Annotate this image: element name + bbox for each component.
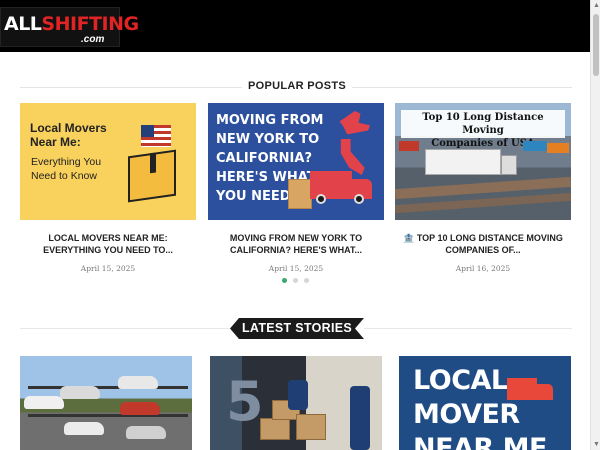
mover-person xyxy=(288,380,308,410)
post-title[interactable]: LOCAL MOVERS NEAR ME: EVERYTHING YOU NEE… xyxy=(20,232,196,256)
car-rack xyxy=(28,414,188,417)
moving-box xyxy=(296,414,326,440)
moving-box xyxy=(260,418,290,440)
scroll-up-arrow-icon[interactable]: ▲ xyxy=(593,2,600,9)
popular-post-card[interactable]: Local Movers Near Me: Everything You Need … xyxy=(20,103,196,273)
shipping-container xyxy=(523,141,547,151)
thumbnail-headline: Top 10 Long Distance Moving Companies of … xyxy=(401,110,565,149)
latest-story-thumbnail[interactable] xyxy=(20,356,192,450)
thumbnail-headline: LOCAL MOVER NEAR ME xyxy=(413,365,547,450)
car-icon xyxy=(126,426,166,439)
carousel-dot-2[interactable] xyxy=(293,278,298,283)
moving-box-icon xyxy=(128,149,176,203)
thumbnail-subline: Everything You Need to Know xyxy=(31,156,102,182)
scroll-down-arrow-icon[interactable]: ▼ xyxy=(593,441,600,448)
post-thumbnail[interactable]: MOVING FROM NEW YORK TO CALIFORNIA? HERE… xyxy=(208,103,384,220)
popular-post-card[interactable]: Top 10 Long Distance Moving Companies of … xyxy=(395,103,571,273)
site-header: ALLSHIFTING .com xyxy=(0,0,590,52)
moving-boxes-icon xyxy=(288,179,312,209)
section-divider-left xyxy=(20,328,230,329)
bank-icon: 🏦 xyxy=(403,233,415,243)
popular-posts-heading: POPULAR POSTS xyxy=(247,80,347,92)
post-thumbnail[interactable]: Top 10 Long Distance Moving Companies of … xyxy=(395,103,571,220)
us-flag-icon xyxy=(141,125,171,147)
shipping-container xyxy=(399,141,419,151)
new-york-map-icon xyxy=(339,111,370,135)
car-icon xyxy=(24,396,64,409)
truck-cab-icon xyxy=(501,155,517,175)
section-divider-right xyxy=(352,87,572,88)
car-icon xyxy=(120,402,160,415)
shipping-container xyxy=(547,143,569,153)
wheel-icon xyxy=(354,194,364,204)
logo-domain: .com xyxy=(81,34,105,45)
carousel-dot-3[interactable] xyxy=(304,278,309,283)
site-logo[interactable]: ALLSHIFTING .com xyxy=(0,7,139,47)
wheel-icon xyxy=(316,194,326,204)
car-icon xyxy=(118,376,158,389)
post-title-text: TOP 10 LONG DISTANCE MOVING COMPANIES OF… xyxy=(416,233,563,255)
post-thumbnail[interactable]: Local Movers Near Me: Everything You Need … xyxy=(20,103,196,220)
section-divider-left xyxy=(20,87,242,88)
logo-text-shifting: SHIFTING xyxy=(41,13,139,35)
post-title[interactable]: MOVING FROM NEW YORK TO CALIFORNIA? HERE… xyxy=(208,232,384,256)
latest-stories-heading: LATEST STORIES xyxy=(230,318,364,339)
latest-story-thumbnail[interactable]: 5 xyxy=(210,356,382,450)
popular-post-card[interactable]: MOVING FROM NEW YORK TO CALIFORNIA? HERE… xyxy=(208,103,384,273)
post-date: April 15, 2025 xyxy=(80,264,136,273)
mover-person xyxy=(350,386,370,450)
carousel-dot-1[interactable] xyxy=(282,278,287,283)
number-five-sign: 5 xyxy=(226,370,264,433)
section-divider-right xyxy=(364,328,572,329)
logo-wordmark: ALLSHIFTING xyxy=(4,13,139,35)
post-date: April 15, 2025 xyxy=(268,264,324,273)
car-icon xyxy=(64,422,104,435)
page-scrollbar[interactable]: ▲ ▼ xyxy=(590,0,600,450)
truck-icon xyxy=(507,378,537,400)
scrollbar-thumb[interactable] xyxy=(593,14,599,76)
semi-truck-icon xyxy=(425,149,501,175)
logo-text-all: ALL xyxy=(4,13,42,35)
latest-story-thumbnail[interactable]: LOCAL MOVER NEAR ME xyxy=(399,356,571,450)
post-title[interactable]: 🏦 TOP 10 LONG DISTANCE MOVING COMPANIES … xyxy=(395,232,571,256)
car-rack xyxy=(28,386,188,389)
car-icon xyxy=(60,386,100,399)
california-map-icon xyxy=(340,139,365,175)
thumbnail-headline: Local Movers Near Me: xyxy=(30,121,107,149)
truck-cab-icon xyxy=(537,384,553,400)
post-date: April 16, 2025 xyxy=(455,264,511,273)
